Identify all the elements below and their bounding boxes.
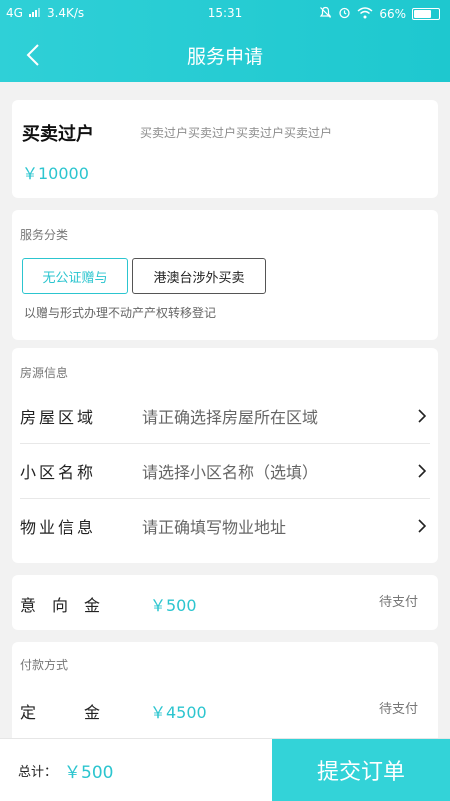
property-title: 房源信息 <box>20 366 69 380</box>
intent-status: 待支付 <box>378 595 418 610</box>
wifi-icon <box>357 6 373 22</box>
row-label: 房屋区域 <box>20 408 97 427</box>
row-value: 请正确填写物业地址 <box>142 518 287 537</box>
alarm-icon <box>338 6 351 22</box>
divider <box>20 443 430 444</box>
row-label: 小区名称 <box>20 463 97 482</box>
battery-icon <box>412 8 440 20</box>
status-bar: 4G 3.4K/s 15:31 66% <box>0 0 450 28</box>
mute-icon <box>319 6 332 22</box>
category-card: 服务分类 无公证赠与 港澳台涉外买卖 以赠与形式办理不动产产权转移登记 <box>12 210 438 340</box>
row-value: 请选择小区名称（选填） <box>142 463 319 482</box>
category-title: 服务分类 <box>20 228 69 242</box>
deposit-value: ￥4500 <box>150 703 207 722</box>
row-label: 物业信息 <box>20 518 97 537</box>
property-card: 房源信息 房屋区域 请正确选择房屋所在区域 小区名称 请选择小区名称（选填） 物… <box>12 348 438 563</box>
total-value: ￥500 <box>64 763 114 783</box>
category-option-foreign[interactable]: 港澳台涉外买卖 <box>132 258 266 294</box>
bottom-bar: 总计： ￥500 提交订单 <box>0 738 450 801</box>
row-value: 请正确选择房屋所在区域 <box>142 408 319 427</box>
page-title: 服务申请 <box>186 46 263 68</box>
service-card: 买卖过户 买卖过户买卖过户买卖过户买卖过户 ￥10000 <box>12 100 438 198</box>
deposit-label: 定 金 <box>20 703 101 722</box>
category-note: 以赠与形式办理不动产产权转移登记 <box>24 306 217 320</box>
total-label: 总计： <box>18 765 58 780</box>
intent-card: 意 向 金 ￥500 待支付 <box>12 575 438 630</box>
chevron-right-icon <box>414 409 430 423</box>
service-description: 买卖过户买卖过户买卖过户买卖过户 <box>140 126 333 140</box>
payment-title: 付款方式 <box>20 658 69 672</box>
payment-card: 付款方式 定 金 ￥4500 待支付 <box>12 642 438 752</box>
header: 4G 3.4K/s 15:31 66% 服务申请 <box>0 0 450 82</box>
property-row-address[interactable]: 物业信息 请正确填写物业地址 <box>20 500 430 552</box>
chevron-right-icon <box>414 519 430 533</box>
submit-order-button[interactable]: 提交订单 <box>272 739 450 801</box>
divider <box>20 498 430 499</box>
deposit-status: 待支付 <box>378 702 418 717</box>
intent-label: 意 向 金 <box>20 596 101 615</box>
navbar: 服务申请 <box>0 28 450 82</box>
category-option-gift[interactable]: 无公证赠与 <box>22 258 128 294</box>
service-price: ￥10000 <box>22 164 89 183</box>
intent-value: ￥500 <box>150 596 197 615</box>
battery-percent: 66% <box>379 7 406 21</box>
property-row-community[interactable]: 小区名称 请选择小区名称（选填） <box>20 445 430 497</box>
service-name: 买卖过户 <box>22 124 94 145</box>
chevron-right-icon <box>414 464 430 478</box>
property-row-area[interactable]: 房屋区域 请正确选择房屋所在区域 <box>20 390 430 442</box>
